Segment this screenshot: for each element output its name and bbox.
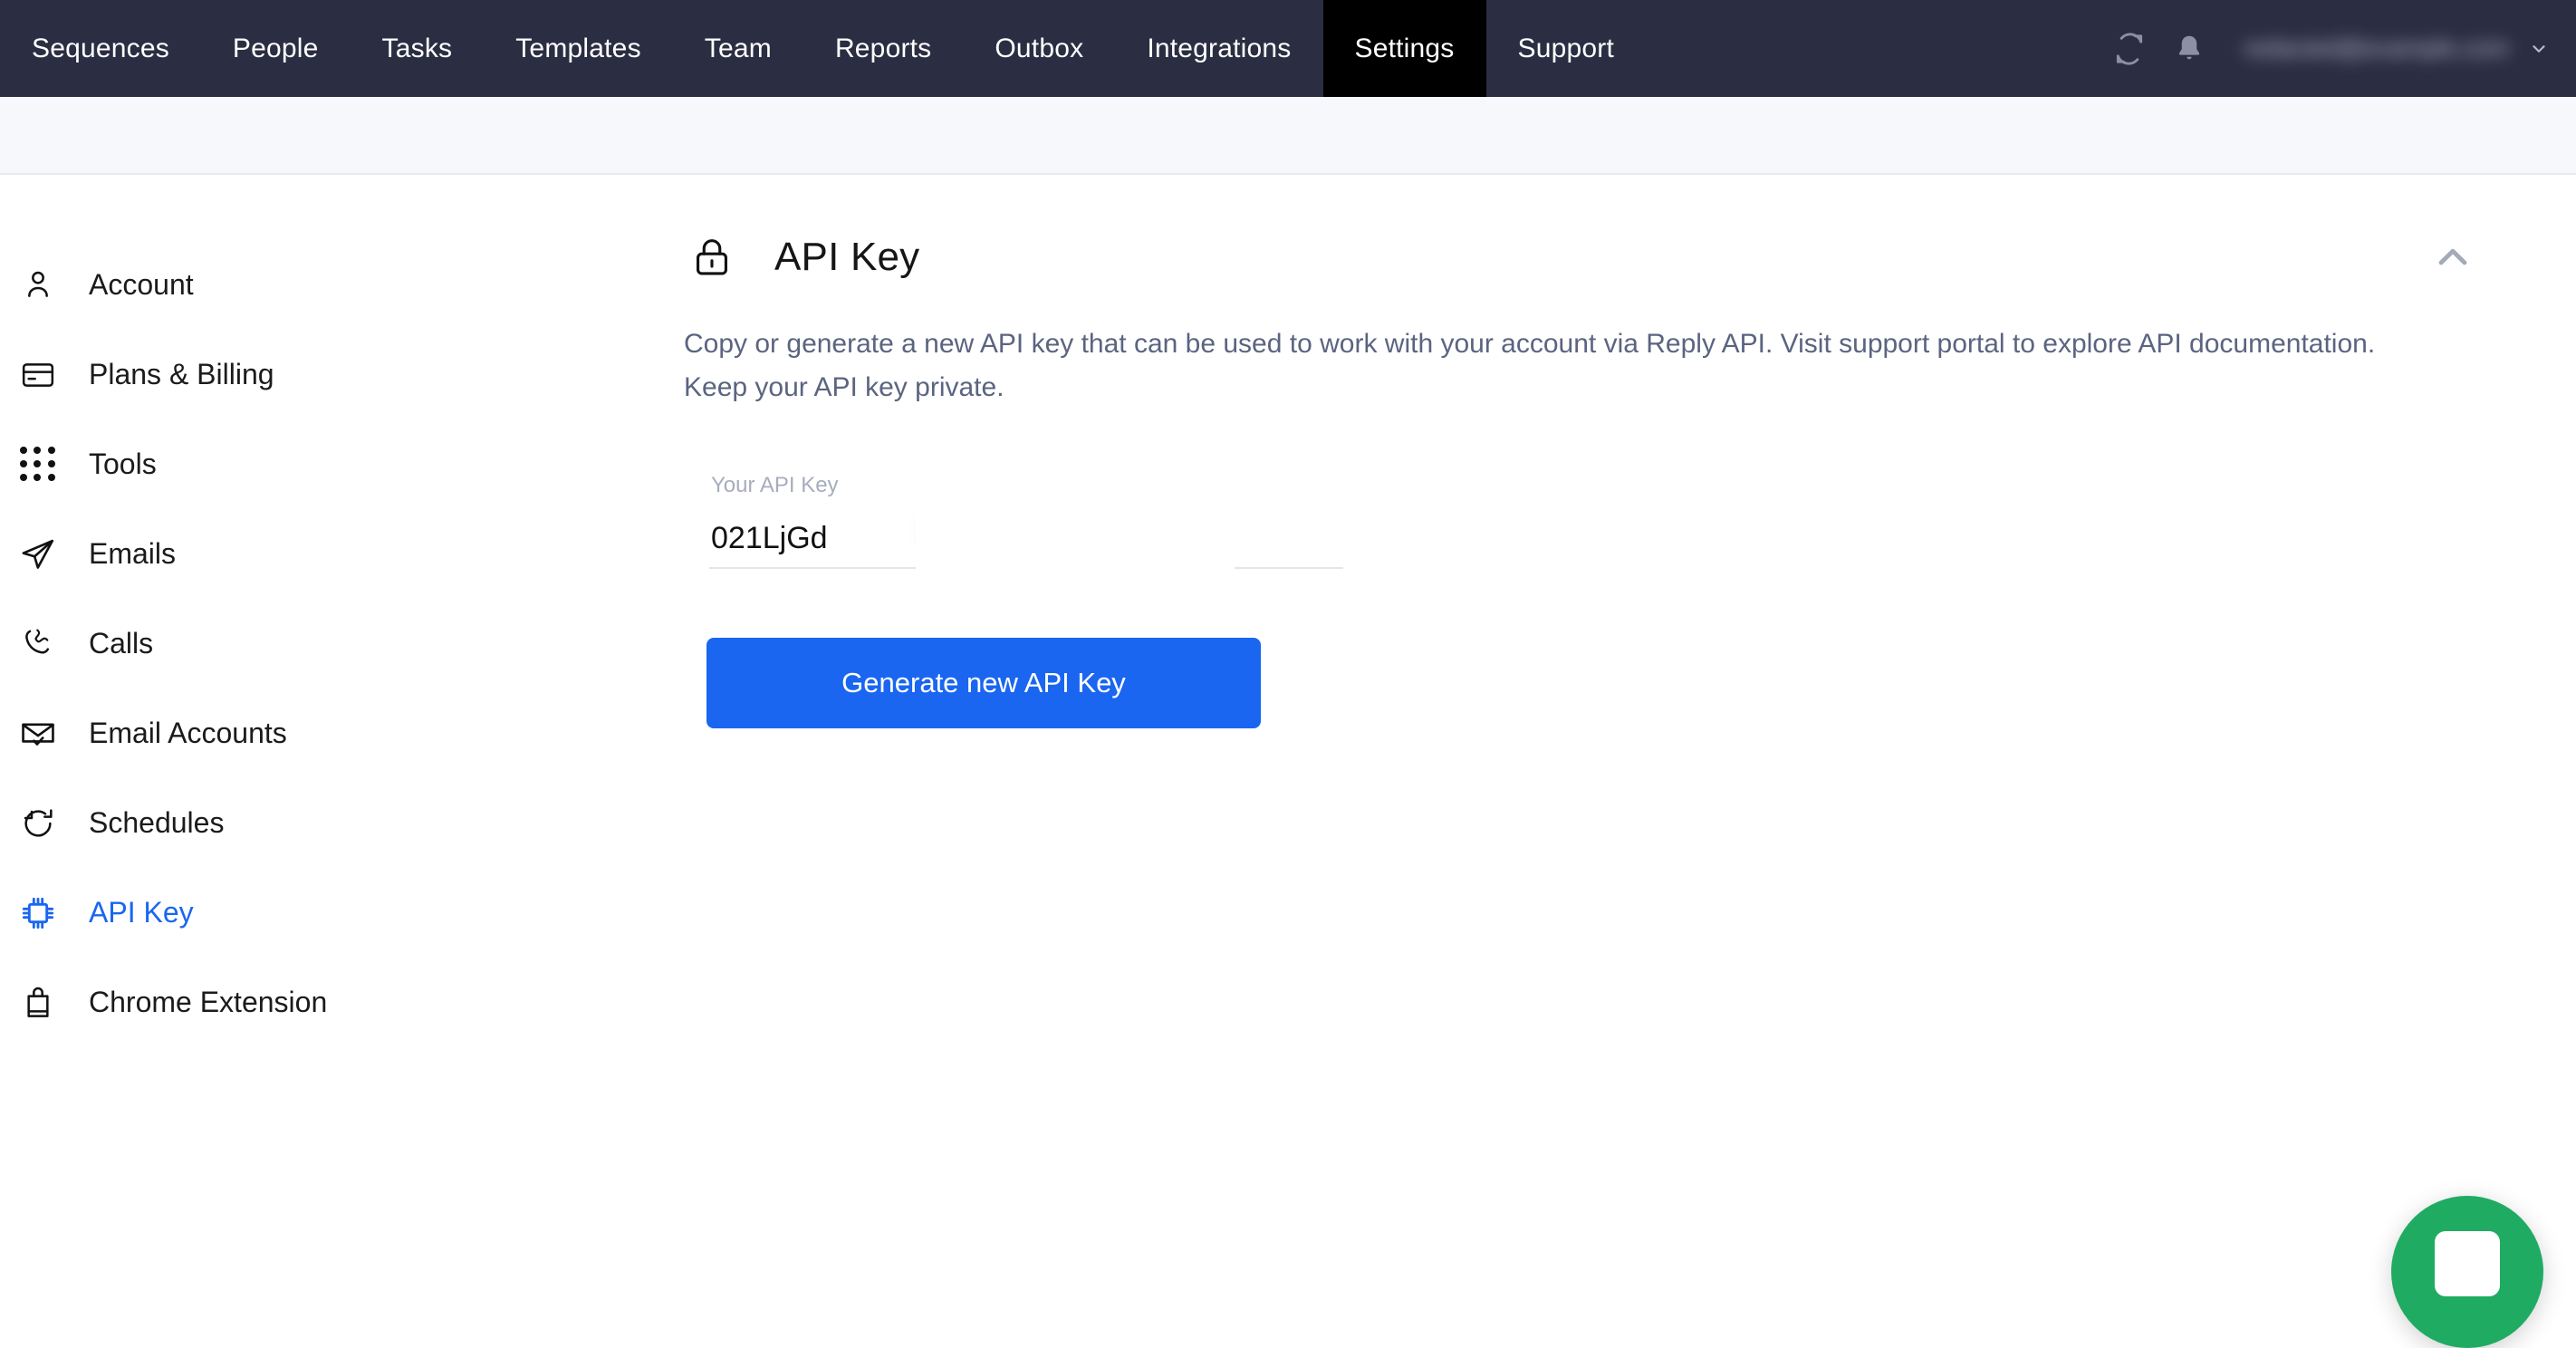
sidebar-item-chrome-extension[interactable]: Chrome Extension — [0, 958, 684, 1047]
shopping-bag-icon — [11, 976, 65, 1030]
nav-tab-label: Team — [704, 33, 772, 63]
generate-api-key-button[interactable]: Generate new API Key — [706, 638, 1261, 728]
support-chat-button[interactable] — [2391, 1196, 2543, 1348]
envelope-check-icon — [11, 707, 65, 761]
nav-tab-label: Integrations — [1147, 33, 1292, 63]
nav-tab-label: Sequences — [32, 33, 169, 63]
nav-tab-label: Tasks — [381, 33, 453, 63]
sub-header-bar — [0, 97, 2576, 175]
sidebar-item-api-key[interactable]: API Key — [0, 868, 684, 958]
sidebar-item-schedules[interactable]: Schedules — [0, 778, 684, 868]
panel-header: API Key — [684, 175, 2576, 290]
sync-icon[interactable] — [2104, 24, 2155, 74]
settings-sidebar: Account Plans & Billing Tools Emails Cal… — [0, 175, 684, 1047]
phone-icon — [11, 617, 65, 671]
nav-tab-label: Outbox — [995, 33, 1084, 63]
nav-tab-label: Reports — [834, 33, 932, 63]
sidebar-item-email-accounts[interactable]: Email Accounts — [0, 688, 684, 778]
sidebar-item-label: Schedules — [89, 806, 225, 839]
nav-tab-support[interactable]: Support — [1486, 0, 1646, 97]
api-key-field: Your API Key 021LjGd Tmgjbqcbgdkwq — [709, 467, 1343, 573]
nav-tab-reports[interactable]: Reports — [803, 0, 963, 97]
top-navbar: Sequences People Tasks Templates Team Re… — [0, 0, 2576, 97]
sidebar-item-calls[interactable]: Calls — [0, 599, 684, 688]
nav-tab-integrations[interactable]: Integrations — [1115, 0, 1322, 97]
main-nav-tabs: Sequences People Tasks Templates Team Re… — [0, 0, 1646, 97]
api-key-field-label: Your API Key — [711, 473, 839, 497]
nav-tab-sequences[interactable]: Sequences — [0, 0, 201, 97]
panel-description: Copy or generate a new API key that can … — [684, 329, 2376, 402]
nav-tab-tasks[interactable]: Tasks — [351, 0, 485, 97]
lock-icon — [684, 229, 740, 285]
sidebar-item-tools[interactable]: Tools — [0, 419, 684, 509]
navbar-right-controls: redacted@example.com — [2104, 0, 2576, 97]
api-key-input[interactable]: 021LjGd Tmgjbqcbgdkwq — [709, 467, 1343, 573]
api-key-value-masked: Tmgjbqcbgdkwq — [923, 520, 1148, 554]
sidebar-item-label: Plans & Billing — [89, 358, 274, 390]
sidebar-item-label: Email Accounts — [89, 717, 287, 749]
sidebar-item-label: API Key — [89, 896, 194, 929]
nav-tab-label: People — [232, 33, 319, 63]
refresh-clock-icon — [11, 796, 65, 851]
page-body: Account Plans & Billing Tools Emails Cal… — [0, 175, 2576, 1348]
sidebar-item-emails[interactable]: Emails — [0, 509, 684, 599]
nav-tab-templates[interactable]: Templates — [484, 0, 673, 97]
sidebar-item-label: Chrome Extension — [89, 986, 328, 1018]
sidebar-item-label: Tools — [89, 448, 157, 480]
nav-tab-team[interactable]: Team — [673, 0, 803, 97]
sidebar-item-label: Emails — [89, 537, 177, 570]
paper-plane-icon — [11, 527, 65, 582]
sidebar-item-label: Account — [89, 268, 194, 301]
chevron-up-icon[interactable] — [2420, 225, 2485, 290]
sidebar-item-label: Calls — [89, 627, 154, 660]
sidebar-item-account[interactable]: Account — [0, 240, 684, 330]
nav-tab-label: Settings — [1354, 33, 1455, 63]
nav-tab-label: Support — [1517, 33, 1614, 63]
nav-tab-people[interactable]: People — [201, 0, 351, 97]
nav-tab-label: Templates — [515, 33, 641, 63]
nav-tab-settings[interactable]: Settings — [1322, 0, 1486, 97]
sidebar-item-plans-billing[interactable]: Plans & Billing — [0, 330, 684, 419]
api-key-panel: API Key Copy or generate a new API key t… — [684, 175, 2576, 728]
nav-tab-outbox[interactable]: Outbox — [963, 0, 1115, 97]
user-email-label: redacted@example.com — [2243, 34, 2509, 62]
chat-bubble-icon — [2435, 1231, 2500, 1296]
page-title: API Key — [774, 235, 920, 279]
grid-dots-icon — [11, 438, 65, 492]
credit-card-icon — [11, 348, 65, 402]
user-icon — [11, 258, 65, 313]
chevron-down-icon[interactable] — [2525, 24, 2552, 74]
cpu-chip-icon — [11, 886, 65, 940]
bell-icon[interactable] — [2164, 24, 2215, 74]
